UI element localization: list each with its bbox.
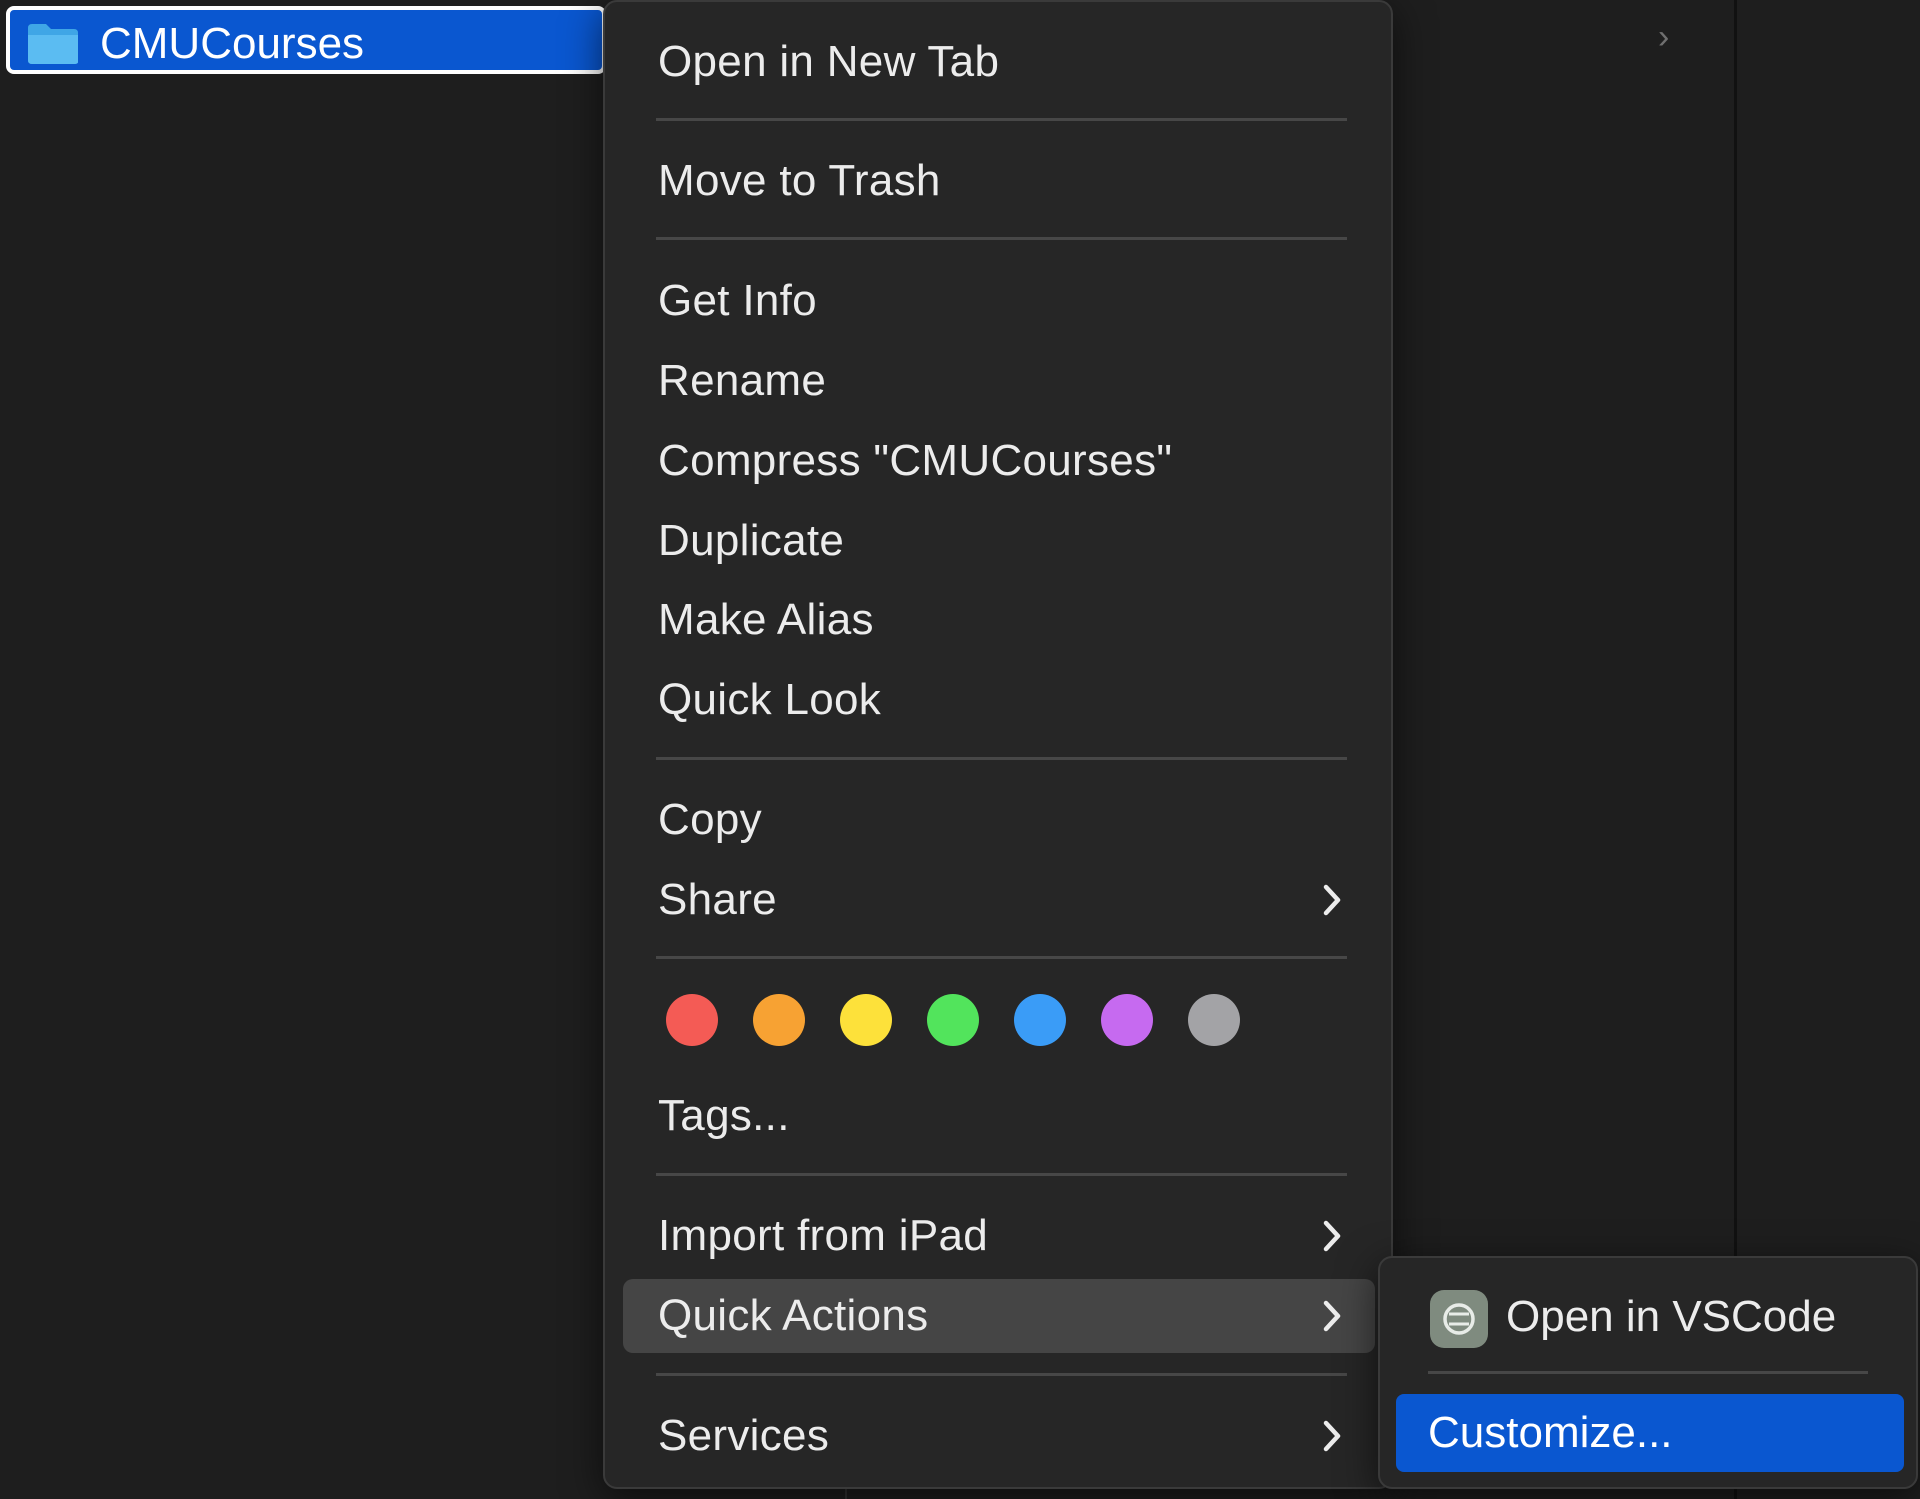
menu-item-label: Open in New Tab [658, 37, 1000, 86]
menu-separator [656, 757, 1347, 760]
tag-purple[interactable] [1101, 994, 1153, 1046]
chevron-right-icon [1323, 1420, 1341, 1452]
menu-item-rename[interactable]: Rename [623, 344, 1375, 418]
finder-selected-item[interactable]: CMUCourses [6, 6, 606, 74]
menu-item-copy[interactable]: Copy [623, 783, 1375, 857]
tag-green[interactable] [927, 994, 979, 1046]
menu-item-share[interactable]: Share [623, 863, 1375, 937]
menu-item-label: Quick Look [658, 675, 882, 724]
submenu-item-customize[interactable]: Customize... [1396, 1394, 1904, 1472]
menu-item-label: Services [658, 1411, 830, 1460]
menu-item-label: Get Info [658, 276, 817, 325]
menu-item-make-alias[interactable]: Make Alias [623, 583, 1375, 657]
desktop: CMUCourses › Open in New Tab Move to Tra… [0, 0, 1920, 1499]
menu-item-import-from-ipad[interactable]: Import from iPad [623, 1199, 1375, 1273]
menu-item-tags[interactable]: Tags... [623, 1079, 1375, 1153]
chevron-right-icon [1323, 884, 1341, 916]
tag-yellow[interactable] [840, 994, 892, 1046]
finder-list: CMUCourses [0, 0, 612, 78]
vscode-icon [1430, 1290, 1488, 1348]
context-menu: Open in New Tab Move to Trash Get Info R… [603, 0, 1393, 1489]
column-chevron-icon: › [1658, 18, 1670, 56]
menu-item-move-to-trash[interactable]: Move to Trash [623, 144, 1375, 218]
menu-item-services[interactable]: Services [623, 1399, 1375, 1473]
menu-item-label: Quick Actions [658, 1291, 929, 1340]
menu-item-open-in-new-tab[interactable]: Open in New Tab [623, 25, 1375, 99]
menu-item-label: Make Alias [658, 595, 874, 644]
chevron-right-icon [1323, 1300, 1341, 1332]
menu-separator [656, 956, 1347, 959]
menu-item-duplicate[interactable]: Duplicate [623, 504, 1375, 578]
menu-item-label: Share [658, 875, 777, 924]
tag-gray[interactable] [1188, 994, 1240, 1046]
tag-red[interactable] [666, 994, 718, 1046]
submenu-item-label: Customize... [1428, 1408, 1673, 1457]
folder-icon [28, 24, 78, 64]
submenu-item-label: Open in VSCode [1506, 1292, 1837, 1341]
menu-item-label: Tags... [658, 1091, 790, 1140]
menu-item-quick-actions[interactable]: Quick Actions [623, 1279, 1375, 1353]
folder-name: CMUCourses [100, 19, 365, 68]
menu-item-compress[interactable]: Compress "CMUCourses" [623, 424, 1375, 498]
tag-orange[interactable] [753, 994, 805, 1046]
menu-item-label: Move to Trash [658, 156, 941, 205]
menu-item-label: Import from iPad [658, 1211, 989, 1260]
menu-item-label: Copy [658, 795, 762, 844]
menu-separator [656, 237, 1347, 240]
menu-separator [656, 1373, 1347, 1376]
menu-item-get-info[interactable]: Get Info [623, 264, 1375, 338]
menu-item-label: Compress "CMUCourses" [658, 436, 1173, 485]
column-divider [845, 1488, 847, 1499]
menu-item-label: Duplicate [658, 516, 845, 565]
quick-actions-submenu: Open in VSCode Customize... [1378, 1256, 1918, 1489]
menu-separator [1428, 1371, 1868, 1374]
menu-separator [656, 1173, 1347, 1176]
menu-item-label: Rename [658, 356, 827, 405]
tag-blue[interactable] [1014, 994, 1066, 1046]
tag-colors [656, 992, 1256, 1048]
chevron-right-icon [1323, 1220, 1341, 1252]
menu-separator [656, 118, 1347, 121]
menu-item-quick-look[interactable]: Quick Look [623, 663, 1375, 737]
submenu-item-open-in-vscode[interactable]: Open in VSCode [1396, 1278, 1904, 1356]
